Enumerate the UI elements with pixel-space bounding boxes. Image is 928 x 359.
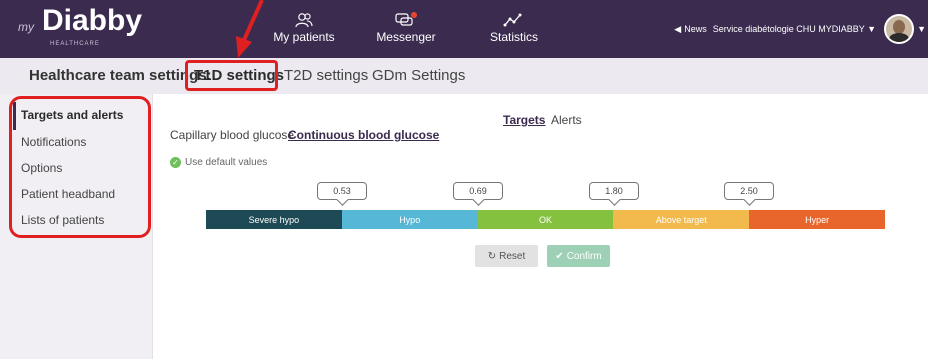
nav-item-messenger[interactable]: Messenger [374,0,438,58]
segment-hyper: Hyper [749,210,885,229]
megaphone-icon: ◀ [674,23,682,34]
service-selector[interactable]: Service diabétologie CHU MYDIABBY ▼ [713,24,876,34]
avatar-chevron-icon[interactable]: ▼ [917,24,926,34]
logo-name: Diabby [42,4,143,37]
refresh-icon: ↻ [487,250,497,262]
annotation-highlight-sidebar [9,96,151,238]
tab-alerts[interactable]: Alerts [551,113,582,127]
tab-targets[interactable]: Targets [503,113,545,127]
avatar[interactable] [884,14,915,44]
avatar-face [893,20,906,34]
header-right-area: ◀ News Service diabétologie CHU MYDIABBY … [674,0,928,58]
chevron-down-icon: ▼ [867,24,877,34]
service-label: Service diabétologie CHU MYDIABBY [712,24,865,34]
logo-tagline: HEALTHCARE [50,41,100,47]
reset-button[interactable]: ↻ Reset [475,245,538,267]
nav-label-statistics: Statistics [489,30,538,44]
confirm-label: Confirm [566,250,602,262]
tab-continuous-blood-glucose[interactable]: Continuous blood glucose [288,128,439,142]
segment-ok: OK [477,210,614,229]
nav-label-messenger: Messenger [376,30,436,44]
check-circle-icon: ✓ [170,157,181,168]
nav-item-my-patients[interactable]: My patients [266,0,342,58]
use-default-values-label: Use default values [185,157,268,168]
use-default-values[interactable]: ✓ Use default values [170,157,267,168]
segment-severe-hypo: Severe hypo [206,210,342,229]
logo-prefix: my [18,20,34,34]
glucose-range-scale: Severe hypo Hypo OK Above target Hyper [206,210,885,229]
news-label: News [684,23,707,34]
segment-above-target: Above target [613,210,750,229]
confirm-button[interactable]: ✔ Confirm [547,245,610,267]
check-icon: ✔ [555,250,564,262]
segment-hypo: Hypo [341,210,478,229]
news-link[interactable]: ◀ News [674,24,706,35]
tab-t2d-settings[interactable]: T2D settings [284,67,368,84]
settings-bar: Healthcare team settings: T1D settings T… [0,58,928,95]
reset-label: Reset [499,250,526,262]
tab-capillary-blood-glucose[interactable]: Capillary blood glucose [170,128,294,142]
annotation-highlight-t1d [185,60,278,91]
users-icon [295,13,313,28]
nav-label-my-patients: My patients [273,30,335,44]
line-chart-icon [503,13,522,27]
nav-item-statistics[interactable]: Statistics [484,0,544,58]
tab-gdm-settings[interactable]: GDm Settings [372,67,465,84]
avatar-body [889,33,910,42]
chat-bubbles-icon [395,12,417,26]
top-navigation-bar: my Diabby HEALTHCARE My patients Messeng… [0,0,928,58]
